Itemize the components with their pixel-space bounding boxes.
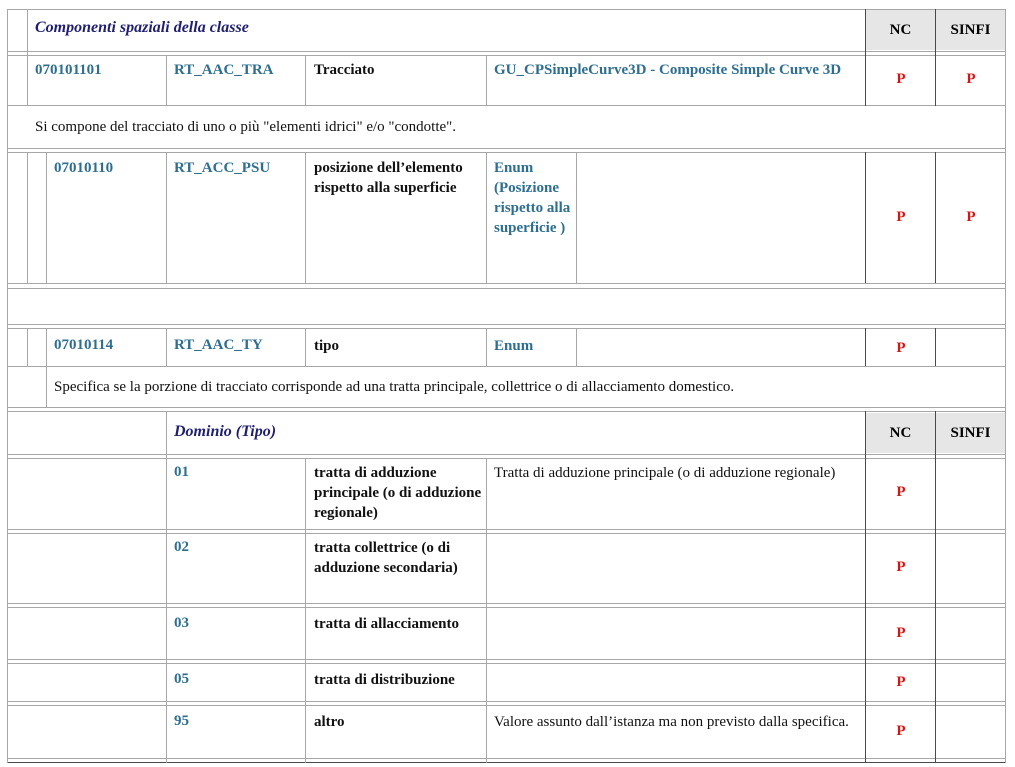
- main-attr-code: 070101101: [35, 62, 102, 78]
- main-attr-description: Si compone del tracciato di uno o più "e…: [35, 119, 457, 135]
- domain-row-nc: P: [896, 674, 906, 690]
- domain-row-name: tratta collettrice (o di adduzione secon…: [314, 540, 458, 576]
- domain-row-name: tratta di adduzione principale (o di add…: [314, 465, 482, 521]
- domain-row-code: 05: [174, 671, 189, 687]
- psu-sinfi: P: [966, 209, 976, 225]
- main-attr-id: RT_AAC_TRA: [174, 62, 274, 78]
- main-attr-nc: P: [896, 71, 906, 87]
- psu-name: posizione dell’elemento rispetto alla su…: [314, 160, 463, 196]
- psu-type: Enum (Posizione rispetto alla superficie…: [494, 160, 571, 236]
- main-attr-type: GU_CPSimpleCurve3D - Composite Simple Cu…: [494, 62, 842, 78]
- domain-row-nc: P: [896, 559, 906, 575]
- domain-row-code: 95: [174, 713, 189, 729]
- domain-row-nc: P: [896, 484, 906, 500]
- domain-row-code: 02: [174, 539, 189, 555]
- domain-row-name: tratta di distribuzione: [314, 672, 455, 688]
- ty-description: Specifica se la porzione di tracciato co…: [54, 379, 735, 395]
- domain-row-code: 03: [174, 615, 189, 631]
- ty-nc: P: [896, 340, 906, 356]
- main-attr-sinfi: P: [966, 71, 976, 87]
- domain-row-name: tratta di allacciamento: [314, 616, 459, 632]
- ty-id: RT_AAC_TY: [174, 337, 263, 353]
- ty-type: Enum: [494, 338, 534, 354]
- domain-row-description: Tratta di adduzione principale (o di add…: [494, 465, 836, 481]
- ty-name: tipo: [314, 338, 340, 354]
- psu-nc: P: [896, 209, 906, 225]
- section-title: Componenti spaziali della classe: [35, 19, 249, 36]
- psu-code: 07010110: [54, 160, 114, 176]
- domain-row-code: 01: [174, 464, 189, 480]
- domain-row-name: altro: [314, 714, 345, 730]
- domain-row-nc: P: [896, 625, 906, 641]
- nc-header: NC: [889, 22, 912, 38]
- psu-id: RT_ACC_PSU: [174, 160, 271, 176]
- sinfi-header: SINFI: [950, 22, 991, 38]
- main-attr-name: Tracciato: [314, 62, 375, 78]
- domain-sinfi-header: SINFI: [950, 425, 991, 441]
- domain-row-nc: P: [896, 723, 906, 739]
- domain-row-description: Valore assunto dall’istanza ma non previ…: [494, 714, 849, 730]
- ty-code: 07010114: [54, 337, 114, 353]
- domain-title: Dominio (Tipo): [174, 423, 277, 440]
- domain-nc-header: NC: [889, 425, 912, 441]
